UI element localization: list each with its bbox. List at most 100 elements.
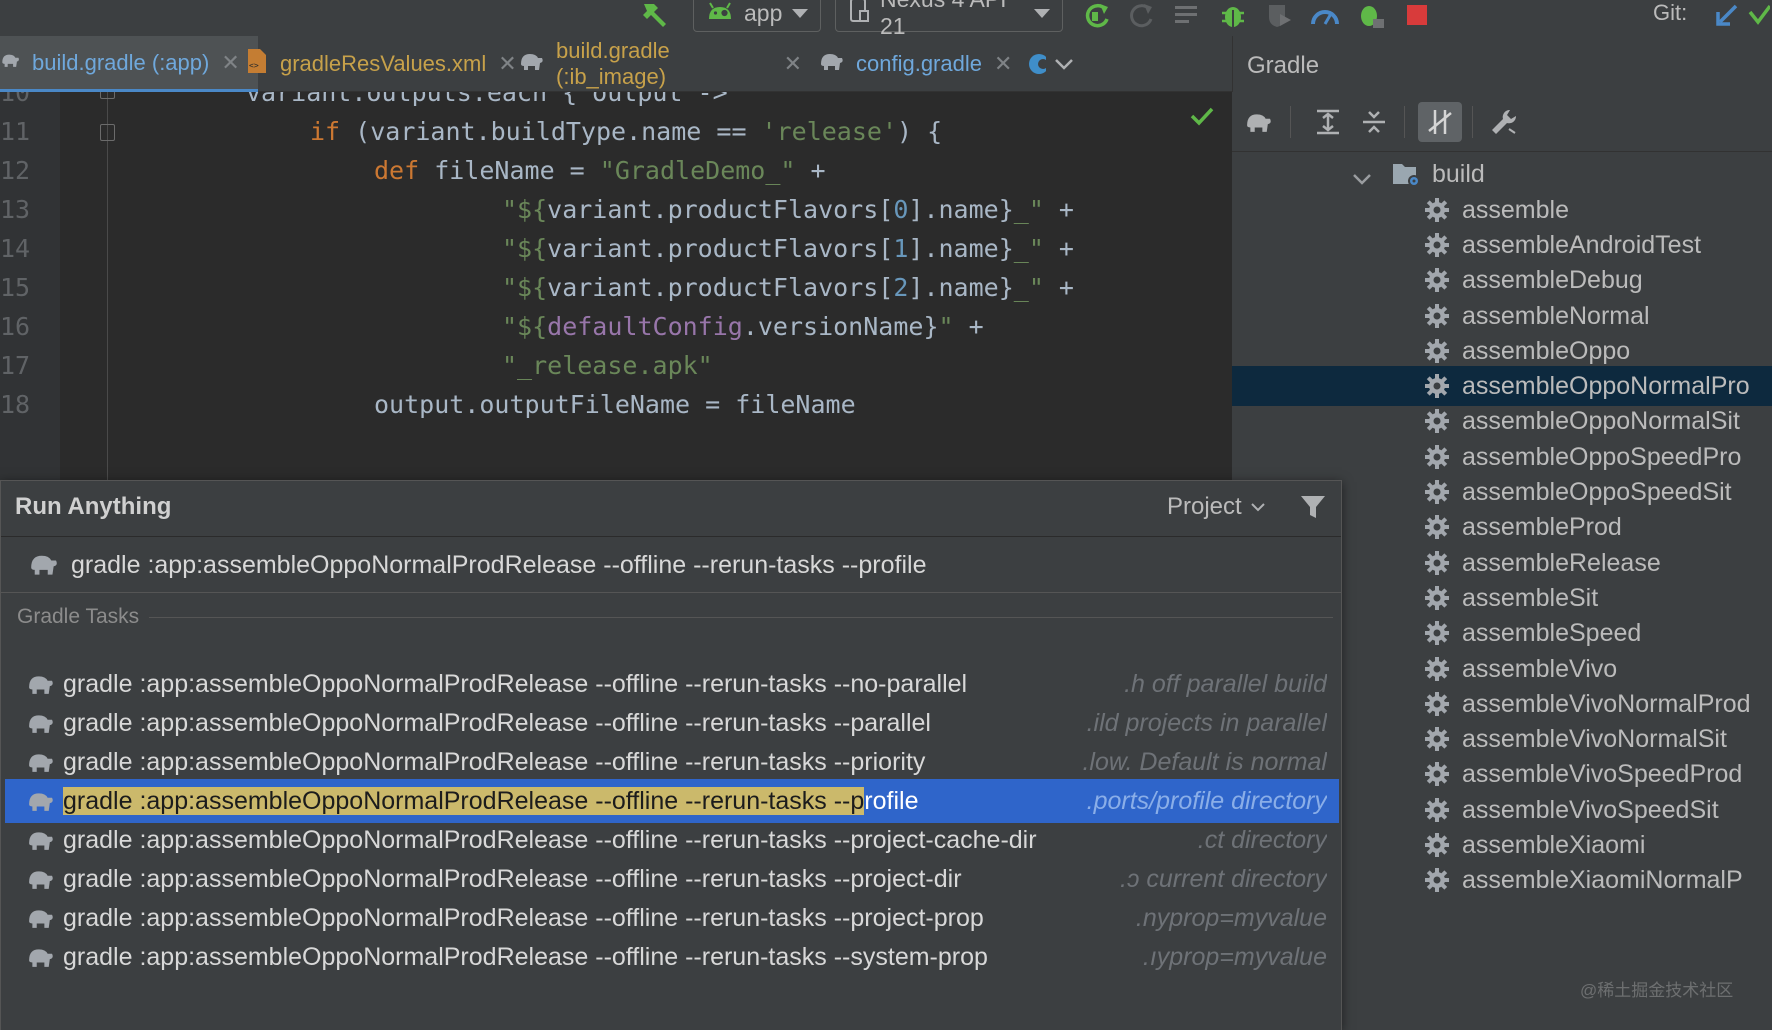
watermark: @稀土掘金技术社区 (1580, 981, 1734, 1000)
editor-tab-bar: build.gradle (:app) ✕ <> gradleResValues… (0, 36, 1232, 92)
run-anything-popup: Run Anything Project gradle :app:assembl… (0, 480, 1342, 1030)
gradle-elephant-icon[interactable] (1238, 102, 1278, 142)
run-config-selector[interactable]: app (693, 0, 821, 32)
tree-task-assembleAndroidTest[interactable]: assembleAndroidTest (1232, 225, 1772, 265)
checkmark-icon (1190, 106, 1214, 131)
suggestion-command: gradle :app:assembleOppoNormalProdReleas… (63, 670, 968, 698)
run-config-list-icon[interactable] (1170, 0, 1204, 30)
main-toolbar: app Nexus 4 API 21 Git: (0, 0, 1772, 39)
close-icon[interactable]: ✕ (498, 51, 516, 77)
tab-build-gradle-ib-image[interactable]: build.gradle (:ib_image) ✕ (518, 36, 802, 92)
close-icon[interactable]: ✕ (784, 51, 802, 77)
close-icon[interactable]: ✕ (221, 50, 239, 76)
code-line: output.outputFileName = fileName (374, 390, 856, 419)
attach-debugger-icon[interactable] (1354, 0, 1388, 30)
device-selector[interactable]: Nexus 4 API 21 (835, 0, 1063, 39)
gradle-elephant-icon (25, 945, 55, 974)
tabs-overflow-chevron-down-icon[interactable] (1054, 36, 1080, 92)
tree-label: assembleVivo (1462, 654, 1618, 683)
apply-changes-restart-icon[interactable] (1080, 0, 1114, 30)
suggestion-description: ct directory. (1197, 826, 1327, 854)
tree-task-assembleNormal[interactable]: assembleNormal (1232, 296, 1772, 336)
gradle-task-suggestion[interactable]: ɔ current directory. gradle :app:assemble… (5, 857, 1339, 901)
line-number: 16 (0, 312, 31, 341)
tree-label: assembleVivoNormalSit (1462, 725, 1727, 754)
fold-marker-icon[interactable] (100, 92, 115, 99)
tree-task-assembleOppoSpeedPro[interactable]: assembleOppoSpeedPro (1232, 437, 1772, 477)
run-anything-title: Run Anything (15, 493, 172, 520)
tab-build-gradle-app[interactable]: build.gradle (:app) ✕ (0, 36, 258, 92)
tab-label: build.gradle (:ib_image) (556, 38, 670, 89)
line-number: 11 (0, 117, 31, 146)
stop-icon[interactable] (1400, 0, 1434, 30)
gradle-elephant-icon (518, 50, 544, 78)
gradle-panel-title: Gradle (1247, 52, 1320, 79)
gradle-task-suggestion[interactable]: ct directory. gradle :app:assembleOppoNor… (5, 818, 1339, 862)
toggle-offline-mode-icon[interactable] (1418, 102, 1462, 142)
tab-overflow-file-icon[interactable] (1026, 36, 1050, 92)
suggestion-description: ports/profile directory. (1086, 787, 1327, 815)
line-number: 10 (0, 92, 31, 107)
tree-label: assembleNormal (1462, 301, 1650, 330)
tab-gradleresvalues-xml[interactable]: <> gradleResValues.xml ✕ (244, 36, 517, 92)
collapse-all-icon[interactable] (1354, 102, 1394, 142)
gradle-settings-wrench-icon[interactable] (1484, 102, 1524, 142)
gradle-task-suggestion[interactable]: ıyprop=myvalue. gradle :app:assembleOppoN… (5, 935, 1339, 979)
gradle-elephant-icon (818, 50, 844, 78)
tree-label: assembleAndroidTest (1462, 230, 1702, 259)
run-anything-input[interactable]: gradle :app:assembleOppoNormalProdReleas… (1, 537, 1341, 593)
profiler-gauge-icon[interactable] (1308, 0, 1342, 30)
tree-label: assembleOppoSpeedSit (1462, 478, 1732, 506)
scope-label: Project (1167, 493, 1242, 520)
tree-task-assembleOppoNormalSit[interactable]: assembleOppoNormalSit (1232, 401, 1772, 441)
command-remainder: rofile (864, 787, 919, 815)
tab-label: build.gradle (:app) (32, 49, 210, 75)
git-label: Git: (1653, 0, 1688, 25)
gradle-task-suggestion[interactable]: h off parallel build. gradle :app:assembl… (5, 662, 1339, 706)
code-editor[interactable]: 10 11 12 13 14 15 16 17 18 variant.outpu… (0, 92, 1232, 480)
suggestion-description: ɔ current directory. (1119, 865, 1327, 893)
tree-label: build (1432, 160, 1485, 189)
tree-label: assembleOppo (1462, 336, 1631, 365)
gradle-elephant-icon (25, 906, 55, 935)
code-line: "${defaultConfig.versionName}" + (502, 312, 984, 341)
gradle-elephant-icon (25, 750, 55, 779)
gradle-elephant-icon (25, 789, 55, 818)
gradle-panel-header: Gradle (1232, 36, 1772, 92)
suggestion-command: gradle :app:assembleOppoNormalProdReleas… (63, 826, 1037, 854)
suggestion-command: gradle :app:assembleOppoNormalProdReleas… (63, 865, 962, 893)
tree-label: assembleSit (1462, 583, 1599, 612)
chevron-down-icon[interactable] (1352, 166, 1372, 192)
suggestion-description: h off parallel build. (1124, 670, 1327, 698)
expand-all-icon[interactable] (1308, 102, 1348, 142)
coverage-icon[interactable] (1262, 0, 1296, 30)
gradle-elephant-icon (25, 828, 55, 857)
svg-text:<>: <> (249, 61, 259, 70)
hammer-build-icon[interactable] (638, 0, 672, 30)
tree-folder-build[interactable]: build (1232, 154, 1772, 194)
scope-dropdown[interactable]: Project (1167, 493, 1266, 521)
tree-label: assembleXiaomiNormalP (1462, 866, 1743, 895)
close-icon[interactable]: ✕ (994, 51, 1012, 77)
filter-icon[interactable] (1299, 493, 1327, 526)
gradle-task-suggestion[interactable]: low. Default is normal. gradle :app:assem… (5, 740, 1339, 784)
code-line: "${variant.productFlavors[1].name}_" + (502, 234, 1074, 263)
device-icon (848, 0, 870, 29)
git-commit-icon[interactable] (1746, 0, 1772, 30)
debug-bug-icon[interactable] (1216, 0, 1250, 30)
code-line: "_release.apk" (502, 351, 713, 380)
tree-task-assembleDebug[interactable]: assembleDebug (1232, 260, 1772, 300)
device-label: Nexus 4 API 21 (880, 0, 1007, 39)
gradle-task-suggestion[interactable]: ild projects in parallel. gradle :app:ass… (5, 701, 1339, 745)
line-number: 13 (0, 195, 31, 224)
git-update-icon[interactable] (1710, 0, 1744, 30)
gradle-task-suggestion[interactable]: ports/profile directory. gradle :app:asse… (5, 779, 1339, 823)
tree-task-assembleOppo[interactable]: assembleOppo (1232, 331, 1772, 371)
tab-config-gradle[interactable]: config.gradle ✕ (818, 36, 1018, 92)
fold-marker-icon[interactable] (100, 124, 115, 141)
apply-code-changes-icon[interactable] (1124, 0, 1158, 30)
gradle-task-suggestion[interactable]: nyprop=myvalue. gradle :app:assembleOppoN… (5, 896, 1339, 940)
tree-task-assemble[interactable]: assemble (1232, 190, 1772, 230)
tree-task-assembleOppoNormalPro[interactable]: assembleOppoNormalPro (1232, 366, 1772, 407)
code-line: def fileName = "GradleDemo_" + (374, 156, 826, 185)
